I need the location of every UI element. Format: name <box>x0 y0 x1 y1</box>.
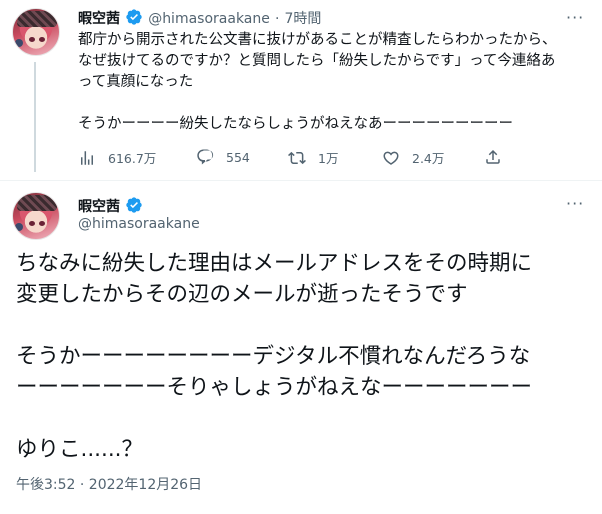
share-button[interactable] <box>484 148 514 166</box>
reply-icon <box>197 149 214 165</box>
tweet-paragraph: ちなみに紛失した理由はメールアドレスをその時期に 変更したからその辺のメールが逝… <box>16 251 533 307</box>
handle[interactable]: @himasoraakane <box>148 11 270 27</box>
tweet-text-line: って真顔になった <box>78 74 194 90</box>
retweet-count: 1万 <box>318 151 339 166</box>
more-options-icon[interactable]: ··· <box>566 8 584 27</box>
avatar-hat <box>17 195 57 211</box>
share-icon <box>486 149 500 164</box>
views-button[interactable]: 616.7万 <box>78 148 156 167</box>
tweet-paragraph: ゆりこ......？ <box>16 437 144 462</box>
like-button[interactable]: 2.4万 <box>382 148 444 167</box>
views-chart-icon <box>81 150 93 165</box>
verified-badge-icon <box>125 196 143 218</box>
like-icon <box>383 151 399 165</box>
tweet-text-line: ​ <box>78 93 590 114</box>
reply-count: 554 <box>226 149 250 165</box>
views-count: 616.7万 <box>108 151 157 166</box>
separator: · <box>274 11 280 27</box>
tweet-text-line: 都庁から開示された公文書に抜けがあることが精査したらわかったから、 <box>78 32 557 48</box>
avatar-hat <box>17 11 57 27</box>
reply-button[interactable]: 554 <box>196 148 250 166</box>
divider <box>0 180 602 181</box>
tweet-text: ちなみに紛失した理由はメールアドレスをその時期に 変更したからその辺のメールが逝… <box>16 248 591 465</box>
tweet-header: 暇空茜 <box>78 196 143 218</box>
tweet-text: 都庁から開示された公文書に抜けがあることが精査したらわかったから、 なぜ抜けてる… <box>78 30 590 135</box>
tweet-paragraph: そうかーーーーーーーーデジタル不慣れなんだろうな ーーーーーーーそりゃしょうがね… <box>16 344 533 400</box>
display-name[interactable]: 暇空茜 <box>78 11 120 27</box>
retweet-icon <box>288 151 306 164</box>
thread-line <box>34 62 36 172</box>
handle[interactable]: @himasoraakane <box>78 216 200 232</box>
more-options-icon[interactable]: ··· <box>566 194 584 213</box>
tweet-timestamp[interactable]: 午後3:52 · 2022年12月26日 <box>16 474 202 494</box>
display-name[interactable]: 暇空茜 <box>78 199 120 215</box>
avatar[interactable] <box>12 8 60 56</box>
time-ago[interactable]: 7時間 <box>285 11 322 27</box>
tweet-text-line: そうかーーーー紛失したならしょうがねえなあーーーーーーーーー <box>78 116 513 132</box>
tweet-actions: 616.7万 554 1万 2.4万 <box>78 148 518 168</box>
tweet-header: 暇空茜 @himasoraakane · 7時間 <box>78 8 321 30</box>
verified-badge-icon <box>125 8 143 30</box>
tweet-text-line: なぜ抜けてるのですか？と質問したら「紛失したからです」って今連絡あ <box>78 53 556 69</box>
like-count: 2.4万 <box>412 151 445 166</box>
retweet-button[interactable]: 1万 <box>288 148 338 167</box>
avatar[interactable] <box>12 192 60 240</box>
